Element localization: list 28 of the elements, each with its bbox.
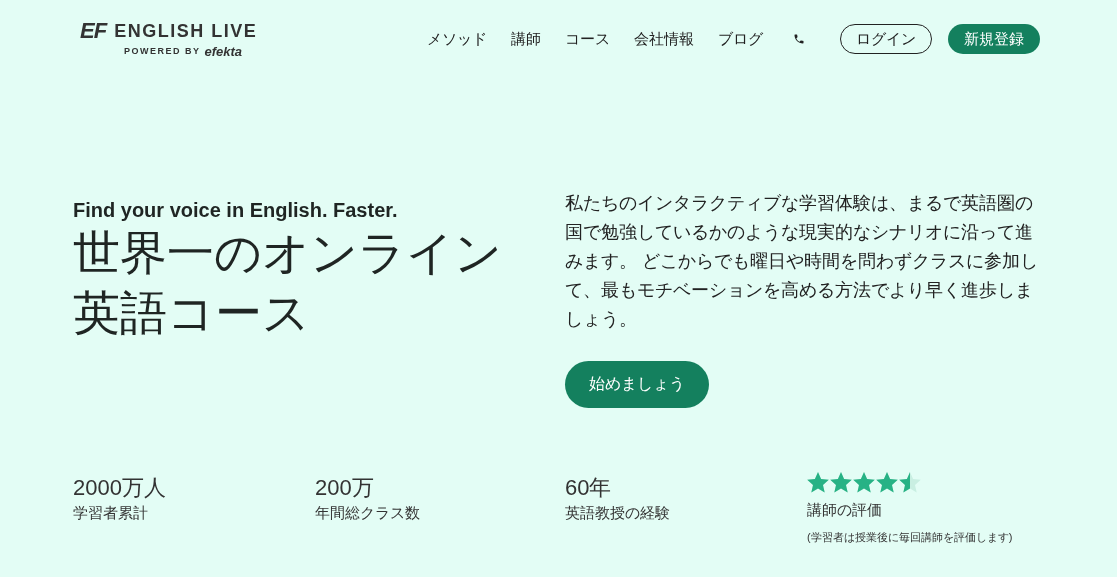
start-button[interactable]: 始めましょう (565, 360, 709, 408)
signup-button[interactable]: 新規登録 (948, 24, 1040, 55)
star-icon (830, 471, 852, 493)
nav-link[interactable]: 講師 (511, 28, 541, 51)
stat-value: 200万 (315, 473, 375, 502)
powered-by-text: POWERED BY (124, 45, 201, 58)
rating-note: (学習者は授業後に毎回講師を評価します) (807, 529, 1013, 545)
star-icon (807, 471, 829, 493)
hero-heading: 世界一のオンライン 英語コース (73, 224, 503, 341)
phone-icon[interactable] (793, 33, 805, 46)
stat-label: 年間総クラス数 (315, 502, 421, 523)
nav-link[interactable]: ブログ (718, 28, 763, 51)
nav-link[interactable]: コース (565, 28, 610, 51)
stat-label: 講師の評価 (807, 499, 883, 520)
stat-label: 学習者累計 (73, 502, 149, 523)
star-icon (853, 471, 875, 493)
star-icon (876, 471, 898, 493)
star-icon (899, 471, 921, 493)
nav-link[interactable]: メソッド (427, 28, 487, 51)
nav-link[interactable]: 会社情報 (634, 28, 694, 51)
brand-text: efekta (204, 45, 243, 59)
hero-description: 私たちのインタラクティブな学習体験は、まるで英語圏の国で勉強しているかのような現実的なシナリオに沿って進みます。 どこからでも曜日や時間を問わずクラスに参加して、最もモチベーションを高める方法でより早く進歩しましょう。 (565, 191, 1039, 331)
logo-text: ENGLISH LIVE (114, 22, 258, 40)
stat-value: 60年 (565, 473, 613, 502)
stat-value: 2000万人 (73, 473, 167, 502)
tagline: Find your voice in English. Faster. (73, 197, 399, 223)
stat-label: 英語教授の経験 (565, 502, 671, 523)
logo-mark: EF (80, 20, 107, 42)
